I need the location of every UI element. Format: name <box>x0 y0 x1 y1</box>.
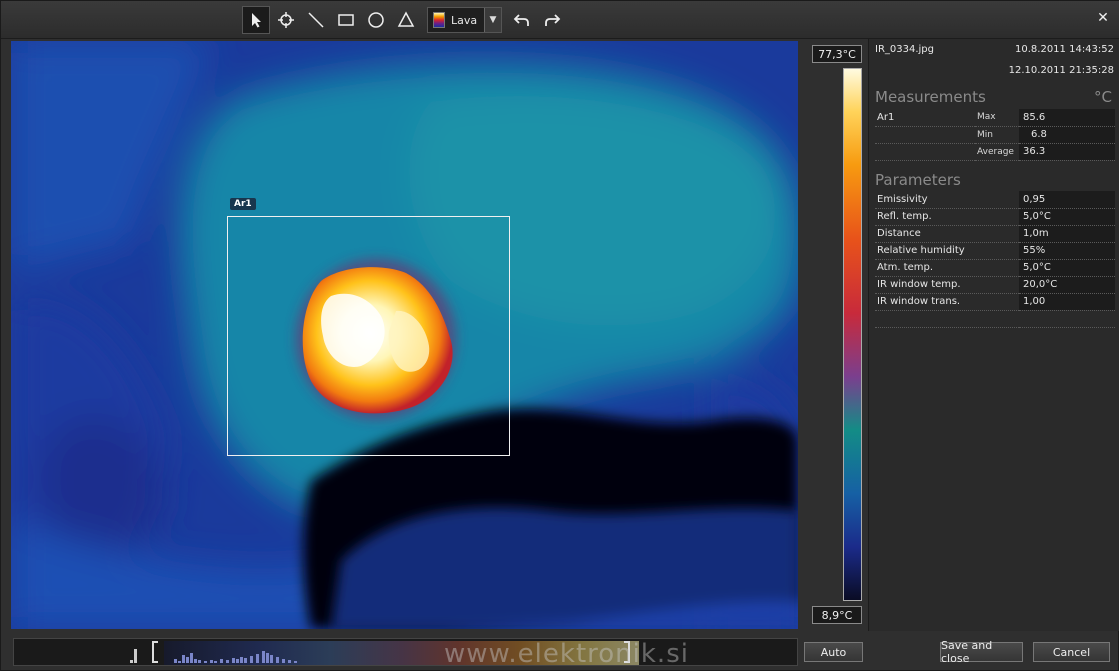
table-row: Average 36.3 <box>875 143 1115 161</box>
histogram-bar <box>174 659 177 663</box>
thermal-image-canvas[interactable]: Ar1 <box>11 41 798 629</box>
histogram-range-slider[interactable]: www.elektronik.si <box>13 638 798 666</box>
table-row[interactable]: IR window trans. 1,00 <box>875 293 1115 311</box>
measurements-title: Measurements <box>875 88 986 106</box>
measurements-table: Ar1 Max 85.6 Min 6.8 Average 36.3 <box>875 109 1115 161</box>
file-name: IR_0334.jpg <box>875 44 934 55</box>
close-icon[interactable]: ✕ <box>1096 11 1110 25</box>
thermal-analysis-window: Lava ▼ ✕ Ar1 77,3°C 8,9°C IR_0334.jpg 10… <box>0 0 1119 671</box>
undo-icon[interactable] <box>508 6 536 34</box>
empty-cell <box>875 310 1019 328</box>
histogram-bar <box>198 660 201 663</box>
histogram-bar <box>130 660 133 663</box>
table-row[interactable]: Distance 1,0m <box>875 225 1115 243</box>
scale-max-value[interactable]: 77,3°C <box>812 45 862 63</box>
measure-value: 85.6 <box>1019 109 1115 127</box>
histogram-bar <box>240 657 243 663</box>
param-value[interactable]: 20,0°C <box>1019 276 1115 294</box>
histogram-bar <box>232 658 235 663</box>
save-and-close-button[interactable]: Save and close <box>940 639 1023 665</box>
param-value[interactable]: 5,0°C <box>1019 259 1115 277</box>
palette-label: Lava <box>451 13 478 27</box>
histogram-bar <box>134 649 137 663</box>
histogram-bar <box>186 657 189 663</box>
histogram-bar <box>276 657 279 663</box>
redo-icon[interactable] <box>538 6 566 34</box>
pointer-icon[interactable] <box>242 6 270 34</box>
param-label: Emissivity <box>875 191 1019 209</box>
histogram-bar <box>182 655 185 663</box>
chevron-down-icon[interactable]: ▼ <box>484 8 501 32</box>
modified-date: 12.10.2011 21:35:28 <box>1008 65 1114 76</box>
param-value[interactable]: 1,0m <box>1019 225 1115 243</box>
histogram-bar <box>266 653 269 663</box>
empty-cell <box>875 143 975 161</box>
histogram-bar <box>236 659 239 663</box>
table-row <box>875 310 1115 328</box>
histogram-bar <box>194 659 197 663</box>
capture-date: 10.8.2011 14:43:52 <box>1015 44 1114 55</box>
histogram-bar <box>250 656 253 663</box>
histogram-bar <box>220 659 223 663</box>
table-row[interactable]: Relative humidity 55% <box>875 242 1115 260</box>
palette-select[interactable]: Lava ▼ <box>427 7 502 33</box>
parameters-title: Parameters <box>875 171 961 189</box>
param-label: IR window temp. <box>875 276 1019 294</box>
histogram-bar <box>262 651 265 663</box>
empty-cell <box>875 126 975 144</box>
auto-button[interactable]: Auto <box>804 642 863 662</box>
measurements-unit: °C <box>1094 88 1112 106</box>
measure-value: 6.8 <box>1019 126 1115 144</box>
histogram-bar <box>244 658 247 663</box>
histogram-bar <box>256 654 259 663</box>
area-name: Ar1 <box>875 109 975 127</box>
table-row[interactable]: IR window temp. 20,0°C <box>875 276 1115 294</box>
table-row: Ar1 Max 85.6 <box>875 109 1115 127</box>
param-value[interactable]: 5,0°C <box>1019 208 1115 226</box>
cancel-button[interactable]: Cancel <box>1033 642 1110 662</box>
param-label: Refl. temp. <box>875 208 1019 226</box>
watermark-text: www.elektronik.si <box>444 639 689 666</box>
circle-icon[interactable] <box>362 6 390 34</box>
measure-value: 36.3 <box>1019 143 1115 161</box>
triangle-icon[interactable] <box>392 6 420 34</box>
histogram-bar <box>190 653 193 663</box>
histogram-bar <box>282 659 285 663</box>
histogram-bar <box>288 660 291 663</box>
spot-crosshair-icon[interactable] <box>272 6 300 34</box>
table-row[interactable]: Atm. temp. 5,0°C <box>875 259 1115 277</box>
param-value[interactable]: 0,95 <box>1019 191 1115 209</box>
info-panel: IR_0334.jpg 10.8.2011 14:43:52 12.10.201… <box>868 39 1119 631</box>
table-row[interactable]: Emissivity 0,95 <box>875 191 1115 209</box>
table-row: Min 6.8 <box>875 126 1115 144</box>
rectangle-icon[interactable] <box>332 6 360 34</box>
histogram-bar <box>294 661 297 663</box>
measure-label: Max <box>975 109 1019 127</box>
roi-area-ar1[interactable] <box>227 216 510 456</box>
param-value[interactable]: 55% <box>1019 242 1115 260</box>
line-icon[interactable] <box>302 6 330 34</box>
histogram-bar <box>178 661 181 663</box>
range-min-handle[interactable] <box>152 641 158 663</box>
histogram-bar <box>226 660 229 663</box>
palette-swatch-icon <box>433 12 445 28</box>
scale-min-value[interactable]: 8,9°C <box>812 606 862 624</box>
measure-label: Min <box>975 126 1019 144</box>
roi-label: Ar1 <box>230 198 256 210</box>
histogram-bar <box>204 661 207 663</box>
color-scale-bar <box>843 68 862 601</box>
histogram-bar <box>210 660 213 663</box>
histogram-bar <box>270 655 273 663</box>
param-label: Distance <box>875 225 1019 243</box>
table-row[interactable]: Refl. temp. 5,0°C <box>875 208 1115 226</box>
histogram-bar <box>214 661 217 663</box>
param-label: Atm. temp. <box>875 259 1019 277</box>
empty-cell <box>1019 310 1115 328</box>
parameters-table: Emissivity 0,95 Refl. temp. 5,0°C Distance… <box>875 191 1115 328</box>
toolbar: Lava ▼ ✕ <box>1 1 1119 39</box>
param-value[interactable]: 1,00 <box>1019 293 1115 311</box>
measure-label: Average <box>975 143 1019 161</box>
param-label: Relative humidity <box>875 242 1019 260</box>
param-label: IR window trans. <box>875 293 1019 311</box>
